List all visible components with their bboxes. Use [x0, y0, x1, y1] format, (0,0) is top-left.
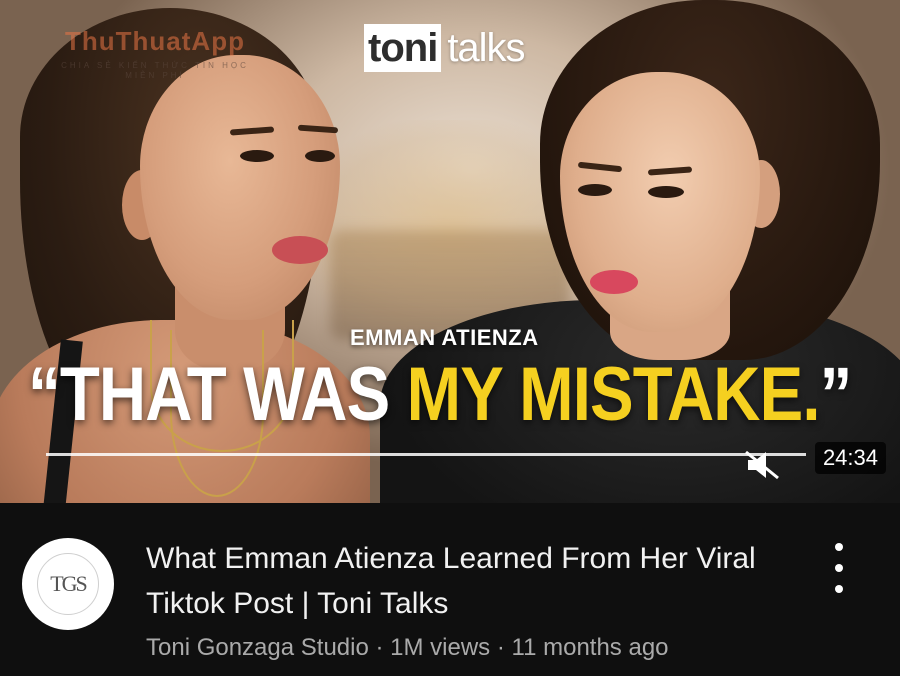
show-logo-part1: toni	[364, 24, 442, 72]
upload-age: 11 months ago	[511, 634, 669, 661]
headline-open-quote: “	[28, 352, 61, 437]
channel-name[interactable]: Toni Gonzaga Studio	[146, 634, 369, 661]
view-count: 1M views	[390, 634, 491, 661]
more-vert-icon[interactable]	[824, 543, 854, 593]
thumbnail-headline: “THAT WAS MY MISTAKE.”	[28, 350, 853, 440]
meta-separator: ·	[368, 634, 391, 661]
volume-muted-icon[interactable]	[744, 448, 780, 482]
channel-avatar-monogram: TGS	[37, 553, 99, 615]
show-logo: toni talks	[364, 24, 526, 72]
headline-white-text: THAT WAS	[59, 352, 407, 437]
video-details: TGS What Emman Atienza Learned From Her …	[0, 503, 900, 676]
site-watermark: ThuThuatApp CHIA SẺ KIẾN THỨC TIN HỌC MI…	[50, 26, 260, 81]
channel-avatar[interactable]: TGS	[22, 538, 114, 630]
watermark-subtitle: CHIA SẺ KIẾN THỨC TIN HỌC MIỄN PHÍ	[61, 61, 249, 80]
headline-close-quote: ”	[819, 352, 853, 437]
guest-eye-left	[240, 150, 274, 162]
watermark-title: ThuThuatApp	[65, 26, 245, 56]
video-metadata: Toni Gonzaga Studio · 1M views · 11 mont…	[146, 634, 669, 662]
menu-dot	[835, 585, 843, 593]
video-feed-item: ThuThuatApp CHIA SẺ KIẾN THỨC TIN HỌC MI…	[0, 0, 900, 676]
headline-yellow-text: MY MISTAKE.	[406, 352, 821, 437]
menu-dot	[835, 543, 843, 551]
meta-separator: ·	[490, 634, 512, 661]
host-eye-left	[578, 184, 612, 196]
video-thumbnail[interactable]: ThuThuatApp CHIA SẺ KIẾN THỨC TIN HỌC MI…	[0, 0, 900, 503]
menu-dot	[835, 564, 843, 572]
thumbnail-kicker: EMMAN ATIENZA	[350, 325, 539, 350]
progress-track[interactable]	[46, 453, 806, 456]
guest-eye-right	[305, 150, 335, 162]
video-duration: 24:34	[814, 442, 886, 474]
host-eye-right	[648, 186, 684, 198]
video-title[interactable]: What Emman Atienza Learned From Her Vira…	[146, 536, 796, 626]
host-lips	[590, 270, 638, 294]
show-logo-part2: talks	[447, 26, 525, 70]
guest-lips	[272, 236, 328, 264]
